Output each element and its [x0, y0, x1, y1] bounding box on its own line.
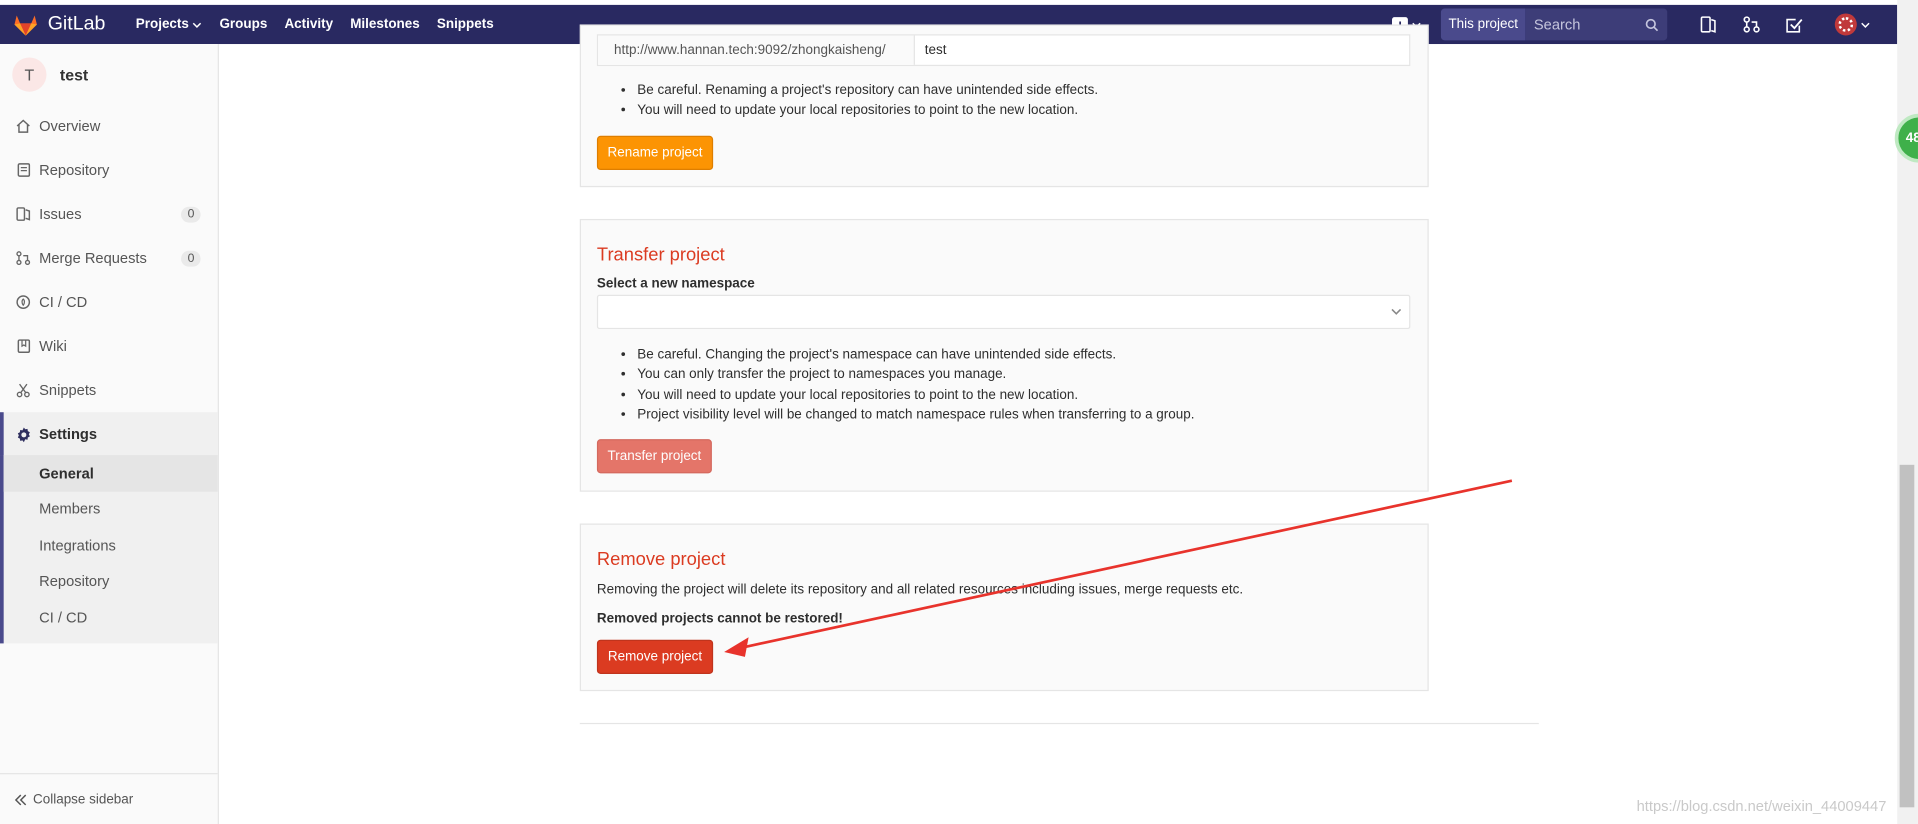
- annotation-arrow: [724, 479, 1513, 657]
- floating-badge-text: 48: [1905, 130, 1918, 146]
- scrollbar-thumb[interactable]: [1899, 464, 1915, 808]
- watermark: https://blog.csdn.net/weixin_44009447: [1636, 797, 1887, 815]
